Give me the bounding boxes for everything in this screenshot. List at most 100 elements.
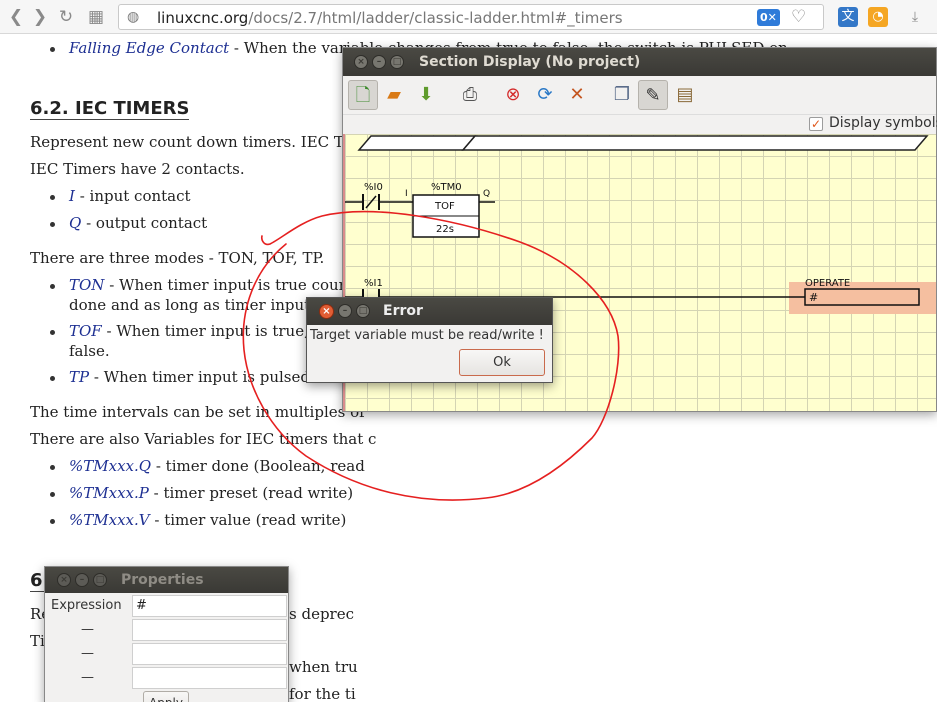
list-item-continuation: false. bbox=[69, 342, 110, 360]
close-icon[interactable]: × bbox=[57, 573, 71, 587]
forward-icon[interactable]: ❯ bbox=[28, 5, 52, 29]
rung-header-left bbox=[357, 135, 477, 151]
paragraph: There are three modes - TON, TOF, TP. bbox=[30, 249, 325, 267]
display-symbols-label: Display symbols bbox=[829, 115, 937, 131]
list-item: I - input contact bbox=[69, 187, 191, 205]
tm-p-link[interactable]: %TMxxx.P bbox=[69, 484, 149, 502]
delete-icon[interactable]: ⊗ bbox=[498, 80, 528, 110]
edit-pencil-icon[interactable]: ✎ bbox=[638, 80, 668, 110]
contact-i0-negation bbox=[365, 195, 377, 209]
tools-icon[interactable]: ✕ bbox=[562, 80, 592, 110]
properties-title: Properties bbox=[121, 572, 204, 588]
url-text[interactable]: linuxcnc.org/docs/2.7/html/ladder/classi… bbox=[157, 9, 623, 27]
minimize-icon[interactable]: – bbox=[75, 573, 89, 587]
property-field[interactable] bbox=[132, 619, 287, 641]
paragraph-fragment: Ti bbox=[30, 632, 45, 650]
coil-expression: # bbox=[809, 291, 818, 304]
contact-i1-label: %I1 bbox=[364, 278, 383, 289]
properties-icon[interactable]: ▤ bbox=[670, 80, 700, 110]
timer-pin-out: Q bbox=[483, 189, 490, 199]
tof-link[interactable]: TOF bbox=[69, 322, 102, 340]
list-item-continuation: done and as long as timer input is bbox=[69, 296, 328, 314]
bullet bbox=[50, 465, 55, 470]
bullet bbox=[50, 222, 55, 227]
maximize-icon[interactable]: □ bbox=[356, 304, 370, 318]
reload-icon[interactable]: ↻ bbox=[54, 5, 78, 29]
paragraph-fragment: when tru bbox=[289, 658, 358, 676]
maximize-icon[interactable]: □ bbox=[93, 573, 107, 587]
apps-grid-icon[interactable]: ▦ bbox=[84, 5, 108, 29]
tm-q-link[interactable]: %TMxxx.Q bbox=[69, 457, 151, 475]
apply-button[interactable]: Apply bbox=[143, 691, 189, 702]
list-item: TON - When timer input is true countd bbox=[69, 276, 364, 294]
bullet bbox=[50, 284, 55, 289]
falling-edge-link[interactable]: Falling Edge Contact bbox=[69, 39, 229, 57]
section-display-titlebar[interactable]: × – □ Section Display (No project) bbox=[343, 48, 936, 76]
property-row-label: — bbox=[81, 670, 94, 685]
bullet bbox=[50, 330, 55, 335]
tracker-badge[interactable]: 0✕ bbox=[757, 9, 780, 26]
error-titlebar[interactable]: × – □ Error bbox=[307, 298, 552, 325]
property-field[interactable] bbox=[132, 643, 287, 665]
list-item: Q - output contact bbox=[69, 214, 208, 232]
tm-v-link[interactable]: %TMxxx.V bbox=[69, 511, 150, 529]
bookmark-heart-icon[interactable]: ♡ bbox=[791, 7, 806, 27]
list-item: %TMxxx.V - timer value (read write) bbox=[69, 511, 347, 529]
print-icon[interactable]: ⎙ bbox=[455, 80, 485, 110]
property-row-label: — bbox=[81, 622, 94, 637]
ladder-toolbar: 🗋 ▰ ⬇ ⎙ ⊗ ⟳ ✕ ❐ ✎ ▤ bbox=[343, 76, 936, 114]
minimize-icon[interactable]: – bbox=[372, 55, 386, 69]
globe-icon: ◍ bbox=[127, 9, 140, 25]
bullet bbox=[50, 519, 55, 524]
error-message: Target variable must be read/write ! bbox=[310, 328, 544, 343]
new-file-icon[interactable]: 🗋 bbox=[348, 80, 378, 110]
timer-preset: 22s bbox=[436, 224, 454, 235]
back-icon[interactable]: ❮ bbox=[4, 5, 28, 29]
close-icon[interactable]: × bbox=[354, 55, 368, 69]
expression-field[interactable]: # bbox=[132, 595, 287, 617]
timer-pin-in: I bbox=[405, 189, 408, 199]
timer-mode: TOF bbox=[434, 201, 455, 212]
display-symbols-checkbox[interactable]: ✓ bbox=[809, 117, 823, 131]
contact-i0-label: %I0 bbox=[364, 182, 383, 193]
timer-label: %TM0 bbox=[431, 182, 462, 193]
paragraph-fragment: for the ti bbox=[289, 685, 356, 702]
copy-icon[interactable]: ❐ bbox=[607, 80, 637, 110]
property-row-label: — bbox=[81, 646, 94, 661]
list-item: TOF - When timer input is true, se bbox=[69, 322, 331, 340]
list-item: TP - When timer input is pulsed ti bbox=[69, 368, 326, 386]
section-title: 6.2. IEC TIMERS bbox=[30, 98, 190, 120]
list-item: %TMxxx.Q - timer done (Boolean, read bbox=[69, 457, 365, 475]
window-title: Section Display (No project) bbox=[419, 54, 641, 70]
ok-button[interactable]: Ok bbox=[459, 349, 545, 376]
tp-link[interactable]: TP bbox=[69, 368, 89, 386]
download-icon[interactable]: ⤓ bbox=[903, 5, 927, 29]
save-icon[interactable]: ⬇ bbox=[411, 80, 441, 110]
property-field[interactable] bbox=[132, 667, 287, 689]
refresh-icon[interactable]: ⟳ bbox=[530, 80, 560, 110]
close-icon[interactable]: × bbox=[319, 304, 334, 319]
paragraph: There are also Variables for IEC timers … bbox=[30, 430, 377, 448]
translate-icon[interactable]: 文 bbox=[838, 7, 858, 27]
paragraph-fragment: s deprec bbox=[289, 605, 354, 623]
ladder-options-bar: ✓ Display symbols bbox=[343, 114, 937, 134]
list-item: %TMxxx.P - timer preset (read write) bbox=[69, 484, 354, 502]
browser-toolbar: ❮ ❯ ↻ ▦ ◍ linuxcnc.org/docs/2.7/html/lad… bbox=[0, 0, 937, 34]
coil-label: OPERATE bbox=[805, 278, 850, 289]
minimize-icon[interactable]: – bbox=[338, 304, 352, 318]
rss-icon[interactable]: ◔ bbox=[868, 7, 888, 27]
properties-window: × – □ Properties Expression # — — — Appl… bbox=[44, 566, 289, 702]
open-folder-icon[interactable]: ▰ bbox=[379, 80, 409, 110]
paragraph: The time intervals can be set in multipl… bbox=[30, 403, 365, 421]
bullet bbox=[50, 376, 55, 381]
properties-titlebar[interactable]: × – □ Properties bbox=[45, 567, 288, 593]
output-contact-link[interactable]: Q bbox=[69, 214, 81, 232]
error-title: Error bbox=[383, 303, 423, 319]
paragraph: Represent new count down timers. IEC Tim… bbox=[30, 133, 372, 151]
ton-link[interactable]: TON bbox=[69, 276, 104, 294]
address-bar[interactable]: ◍ linuxcnc.org/docs/2.7/html/ladder/clas… bbox=[118, 4, 824, 30]
maximize-icon[interactable]: □ bbox=[390, 55, 404, 69]
paragraph: IEC Timers have 2 contacts. bbox=[30, 160, 245, 178]
bullet bbox=[50, 47, 55, 52]
bullet bbox=[50, 492, 55, 497]
